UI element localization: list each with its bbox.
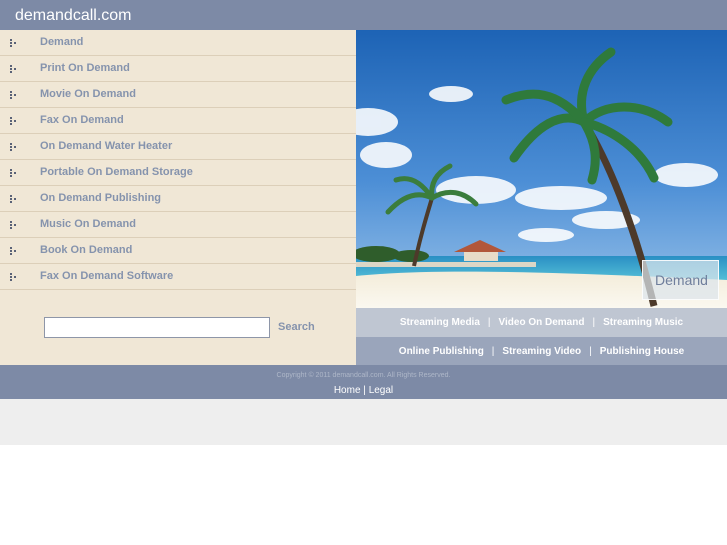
sidebar-item-label[interactable]: Movie On Demand <box>40 88 136 100</box>
footer-legal-link[interactable]: Legal <box>369 385 393 396</box>
photo-badge-label: Demand <box>655 272 708 288</box>
sidebar-item[interactable]: Music On Demand <box>0 212 356 238</box>
sidebar-item[interactable]: On Demand Water Heater <box>0 134 356 160</box>
link-separator: | <box>487 317 491 328</box>
sidebar-item[interactable]: Portable On Demand Storage <box>0 160 356 186</box>
bullet-dots-icon <box>10 39 18 47</box>
bullet-dots-icon <box>10 273 18 281</box>
sidebar-item-label[interactable]: Portable On Demand Storage <box>40 166 193 178</box>
bullet-dots-icon <box>10 91 18 99</box>
related-link[interactable]: Streaming Music <box>603 317 683 328</box>
header: demandcall.com <box>0 0 727 30</box>
link-separator: | <box>589 345 592 357</box>
bullet-dots-icon <box>10 221 18 229</box>
sidebar-item-label[interactable]: Demand <box>40 36 83 48</box>
bullet-dots-icon <box>10 65 18 73</box>
related-link[interactable]: Online Publishing <box>399 346 484 357</box>
related-link[interactable]: Publishing House <box>600 346 684 357</box>
photo-badge: Demand <box>642 260 719 300</box>
sidebar-item[interactable]: Fax On Demand Software <box>0 264 356 290</box>
search-input[interactable] <box>44 317 270 338</box>
copyright-text: Copyright © 2011 demandcall.com. All Rig… <box>276 372 451 379</box>
related-link[interactable]: Streaming Media <box>400 317 480 328</box>
sidebar-item[interactable]: Movie On Demand <box>0 82 356 108</box>
site-title[interactable]: demandcall.com <box>15 7 132 25</box>
link-row-2: Online Publishing | Streaming Video | Publis… <box>356 337 727 365</box>
sidebar-item-label[interactable]: Fax On Demand <box>40 114 124 126</box>
sidebar-item[interactable]: Print On Demand <box>0 56 356 82</box>
sidebar-item-label[interactable]: Music On Demand <box>40 218 136 230</box>
sidebar-item[interactable]: Fax On Demand <box>0 108 356 134</box>
related-link[interactable]: Streaming Video <box>502 346 581 357</box>
search-button[interactable]: Search <box>278 321 315 333</box>
link-row-1-items: Streaming Media | Video On Demand | Streamin… <box>356 308 727 337</box>
footer-links: Home | Legal <box>0 385 727 396</box>
sidebar-item-label[interactable]: On Demand Water Heater <box>40 140 172 152</box>
link-separator: | <box>491 345 495 357</box>
bullet-dots-icon <box>10 195 18 203</box>
sidebar-item-label[interactable]: Book On Demand <box>40 244 132 256</box>
bullet-dots-icon <box>10 143 18 151</box>
link-row-1: Streaming Media | Video On Demand | Streamin… <box>356 308 727 337</box>
bottom-band <box>0 399 727 445</box>
sidebar-item[interactable]: Demand <box>0 30 356 56</box>
sidebar-item-label[interactable]: Print On Demand <box>40 62 130 74</box>
hero-photo: Demand <box>356 30 727 308</box>
link-row-2-items: Online Publishing | Streaming Video | Publis… <box>356 337 727 365</box>
sidebar: Demand Print On Demand Movie On Demand Fax … <box>0 30 356 365</box>
bullet-dots-icon <box>10 169 18 177</box>
bullet-dots-icon <box>10 117 18 125</box>
link-separator: | <box>592 317 596 328</box>
sidebar-item[interactable]: Book On Demand <box>0 238 356 264</box>
footer-separator: | <box>363 385 366 396</box>
sidebar-item-label[interactable]: On Demand Publishing <box>40 192 161 204</box>
bullet-dots-icon <box>10 247 18 255</box>
footer: Copyright © 2011 demandcall.com. All Rig… <box>0 365 727 399</box>
sidebar-item[interactable]: On Demand Publishing <box>0 186 356 212</box>
sidebar-item-label[interactable]: Fax On Demand Software <box>40 270 173 282</box>
related-link[interactable]: Video On Demand <box>499 317 585 328</box>
footer-home-link[interactable]: Home <box>334 385 361 396</box>
